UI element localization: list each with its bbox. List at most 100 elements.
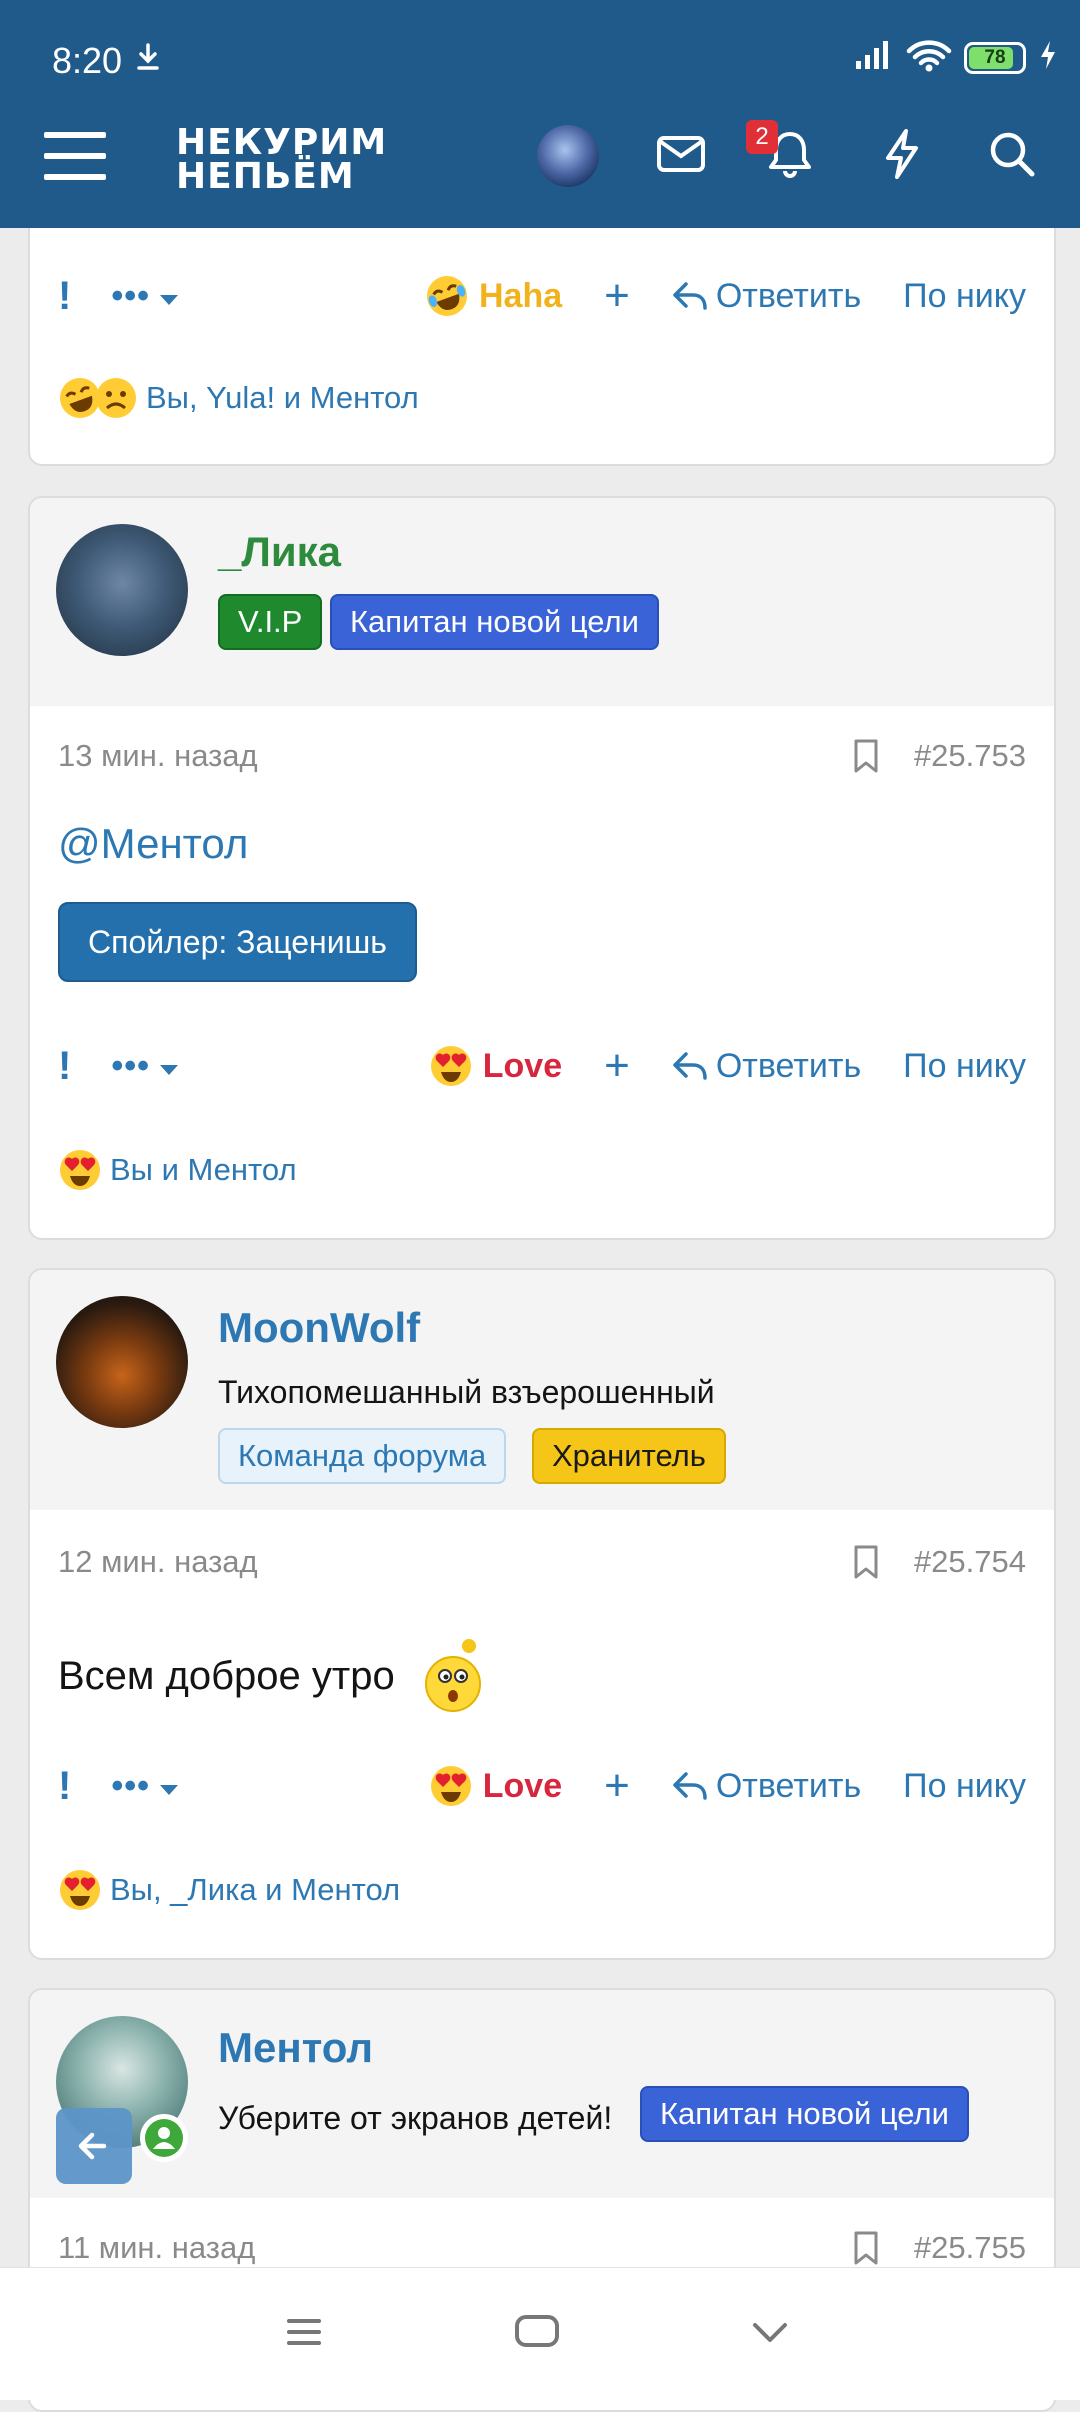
battery-icon: 78 xyxy=(964,41,1026,74)
user-tag: Капитан новой цели xyxy=(330,594,659,650)
reply-label: Ответить xyxy=(715,1766,862,1805)
surprised-emoji-icon xyxy=(424,1639,481,1712)
user-avatar-button[interactable] xyxy=(537,125,599,187)
reply-label: Ответить xyxy=(715,1046,862,1085)
user-block: _Лика V.I.P Капитан новой цели xyxy=(30,498,1054,706)
status-time: 8:20 xyxy=(52,40,123,81)
post-time[interactable]: 11 мин. назад xyxy=(58,2230,255,2265)
post-body: Всем доброе утро xyxy=(58,1636,487,1716)
user-avatar[interactable] xyxy=(56,1296,188,1428)
add-reaction-button[interactable]: + xyxy=(604,271,630,321)
user-title: Уберите от экранов детей! xyxy=(218,2100,613,2136)
bookmark-icon[interactable] xyxy=(852,738,880,774)
spoiler-button[interactable]: Спойлер: Заценишь xyxy=(58,902,417,982)
logo-line-2: НЕПЬЁМ xyxy=(176,156,355,197)
user-mention-link[interactable]: @Ментол xyxy=(58,820,248,868)
reaction-summary[interactable]: Вы и Ментол xyxy=(58,1148,297,1192)
charging-icon xyxy=(1038,39,1058,76)
menu-button[interactable] xyxy=(44,132,106,184)
post-meta: 11 мин. назад #25.755 xyxy=(58,2230,1026,2266)
more-options-button[interactable]: ••• xyxy=(111,277,180,316)
post-text: Всем доброе утро xyxy=(58,1653,395,1698)
reaction-label: Love xyxy=(482,1046,563,1085)
post-meta: 12 мин. назад #25.754 xyxy=(58,1544,1026,1580)
user-tag: Хранитель xyxy=(532,1428,726,1484)
report-icon[interactable]: ! xyxy=(58,1764,71,1809)
reaction-button[interactable]: Haha xyxy=(425,274,562,318)
recents-icon[interactable] xyxy=(286,2316,322,2353)
more-options-button[interactable]: ••• xyxy=(111,1767,180,1806)
back-button[interactable] xyxy=(56,2108,132,2184)
user-tag: V.I.P xyxy=(218,594,323,650)
wifi-icon xyxy=(906,38,952,77)
post-card: _Лика V.I.P Капитан новой цели 13 мин. н… xyxy=(28,496,1056,1240)
love-emoji-icon xyxy=(60,1870,100,1910)
reaction-summary-text: Вы и Ментол xyxy=(110,1152,297,1187)
reply-button[interactable]: Ответить xyxy=(672,1767,861,1806)
lightning-icon[interactable] xyxy=(882,128,922,185)
status-icons: 78 xyxy=(854,38,1058,77)
post-number[interactable]: #25.754 xyxy=(914,1544,1026,1580)
app-header: 8:20 78 НЕКУРИМ НЕПЬЁМ 2 xyxy=(0,0,1080,228)
love-emoji-icon xyxy=(430,1046,471,1086)
love-emoji-icon xyxy=(60,1150,100,1190)
reaction-label: Love xyxy=(482,1766,563,1805)
user-tag: Капитан новой цели xyxy=(640,2086,969,2142)
signal-icon xyxy=(854,39,894,76)
username[interactable]: MoonWolf xyxy=(218,1304,420,1352)
reaction-summary-text: Вы, _Лика и Ментол xyxy=(110,1872,401,1907)
battery-level: 78 xyxy=(984,46,1006,68)
reply-icon xyxy=(673,1772,707,1800)
home-icon[interactable] xyxy=(514,2314,560,2353)
site-logo[interactable]: НЕКУРИМ НЕПЬЁМ xyxy=(176,122,388,197)
username[interactable]: _Лика xyxy=(218,528,341,576)
add-reaction-button[interactable]: + xyxy=(604,1041,630,1091)
online-status-icon xyxy=(140,2114,188,2162)
mail-icon[interactable] xyxy=(656,134,706,179)
report-icon[interactable]: ! xyxy=(58,1044,71,1089)
reply-icon xyxy=(673,282,707,310)
search-icon[interactable] xyxy=(988,130,1036,183)
notification-badge: 2 xyxy=(746,120,778,154)
post-time[interactable]: 13 мин. назад xyxy=(58,738,258,773)
reaction-summary-text: Вы, Yula! и Ментол xyxy=(146,380,419,415)
download-icon xyxy=(134,42,162,77)
user-avatar[interactable] xyxy=(56,524,188,656)
post-actions: ! ••• Haha + Ответить По нику xyxy=(58,266,1026,326)
user-block: MoonWolf Тихопомешанный взъерошенный Ком… xyxy=(30,1270,1054,1510)
add-reaction-button[interactable]: + xyxy=(604,1761,630,1811)
reaction-button[interactable]: Love xyxy=(429,1044,562,1088)
bookmark-icon[interactable] xyxy=(852,1544,880,1580)
report-icon[interactable]: ! xyxy=(58,274,71,319)
user-title: Тихопомешанный взъерошенный xyxy=(218,1374,715,1410)
haha-emoji-icon xyxy=(426,276,467,316)
reply-button[interactable]: Ответить xyxy=(672,1047,861,1086)
back-chevron-icon[interactable] xyxy=(752,2322,788,2349)
username[interactable]: Ментол xyxy=(218,2024,373,2072)
quote-by-nick-button[interactable]: По нику xyxy=(903,1767,1026,1806)
post-actions: ! ••• Love + Ответить По нику xyxy=(58,1756,1026,1816)
post-actions: ! ••• Love + Ответить По нику xyxy=(58,1036,1026,1096)
user-tag: Команда форума xyxy=(218,1428,507,1484)
system-nav-bar xyxy=(0,2267,1080,2400)
reaction-label: Haha xyxy=(478,276,563,315)
logo-line-1: НЕКУРИМ xyxy=(176,122,388,163)
reply-button[interactable]: Ответить xyxy=(672,277,861,316)
love-emoji-icon xyxy=(430,1766,471,1806)
reaction-button[interactable]: Love xyxy=(429,1764,562,1808)
post-time[interactable]: 12 мин. назад xyxy=(58,1544,258,1579)
reply-label: Ответить xyxy=(715,276,862,315)
bookmark-icon[interactable] xyxy=(852,2230,880,2266)
post-meta: 13 мин. назад #25.753 xyxy=(58,738,1026,774)
post-number[interactable]: #25.755 xyxy=(914,2230,1026,2266)
reaction-summary[interactable]: Вы, _Лика и Ментол xyxy=(58,1868,400,1912)
reply-icon xyxy=(673,1052,707,1080)
post-card: MoonWolf Тихопомешанный взъерошенный Ком… xyxy=(28,1268,1056,1960)
more-options-button[interactable]: ••• xyxy=(111,1047,180,1086)
quote-by-nick-button[interactable]: По нику xyxy=(903,1047,1026,1086)
user-block: Ментол Уберите от экранов детей! Капитан… xyxy=(30,1990,1054,2198)
post-number[interactable]: #25.753 xyxy=(914,738,1026,774)
reaction-summary[interactable]: Вы, Yula! и Ментол xyxy=(58,376,419,420)
arrow-left-icon xyxy=(78,2132,107,2160)
quote-by-nick-button[interactable]: По нику xyxy=(903,277,1026,316)
